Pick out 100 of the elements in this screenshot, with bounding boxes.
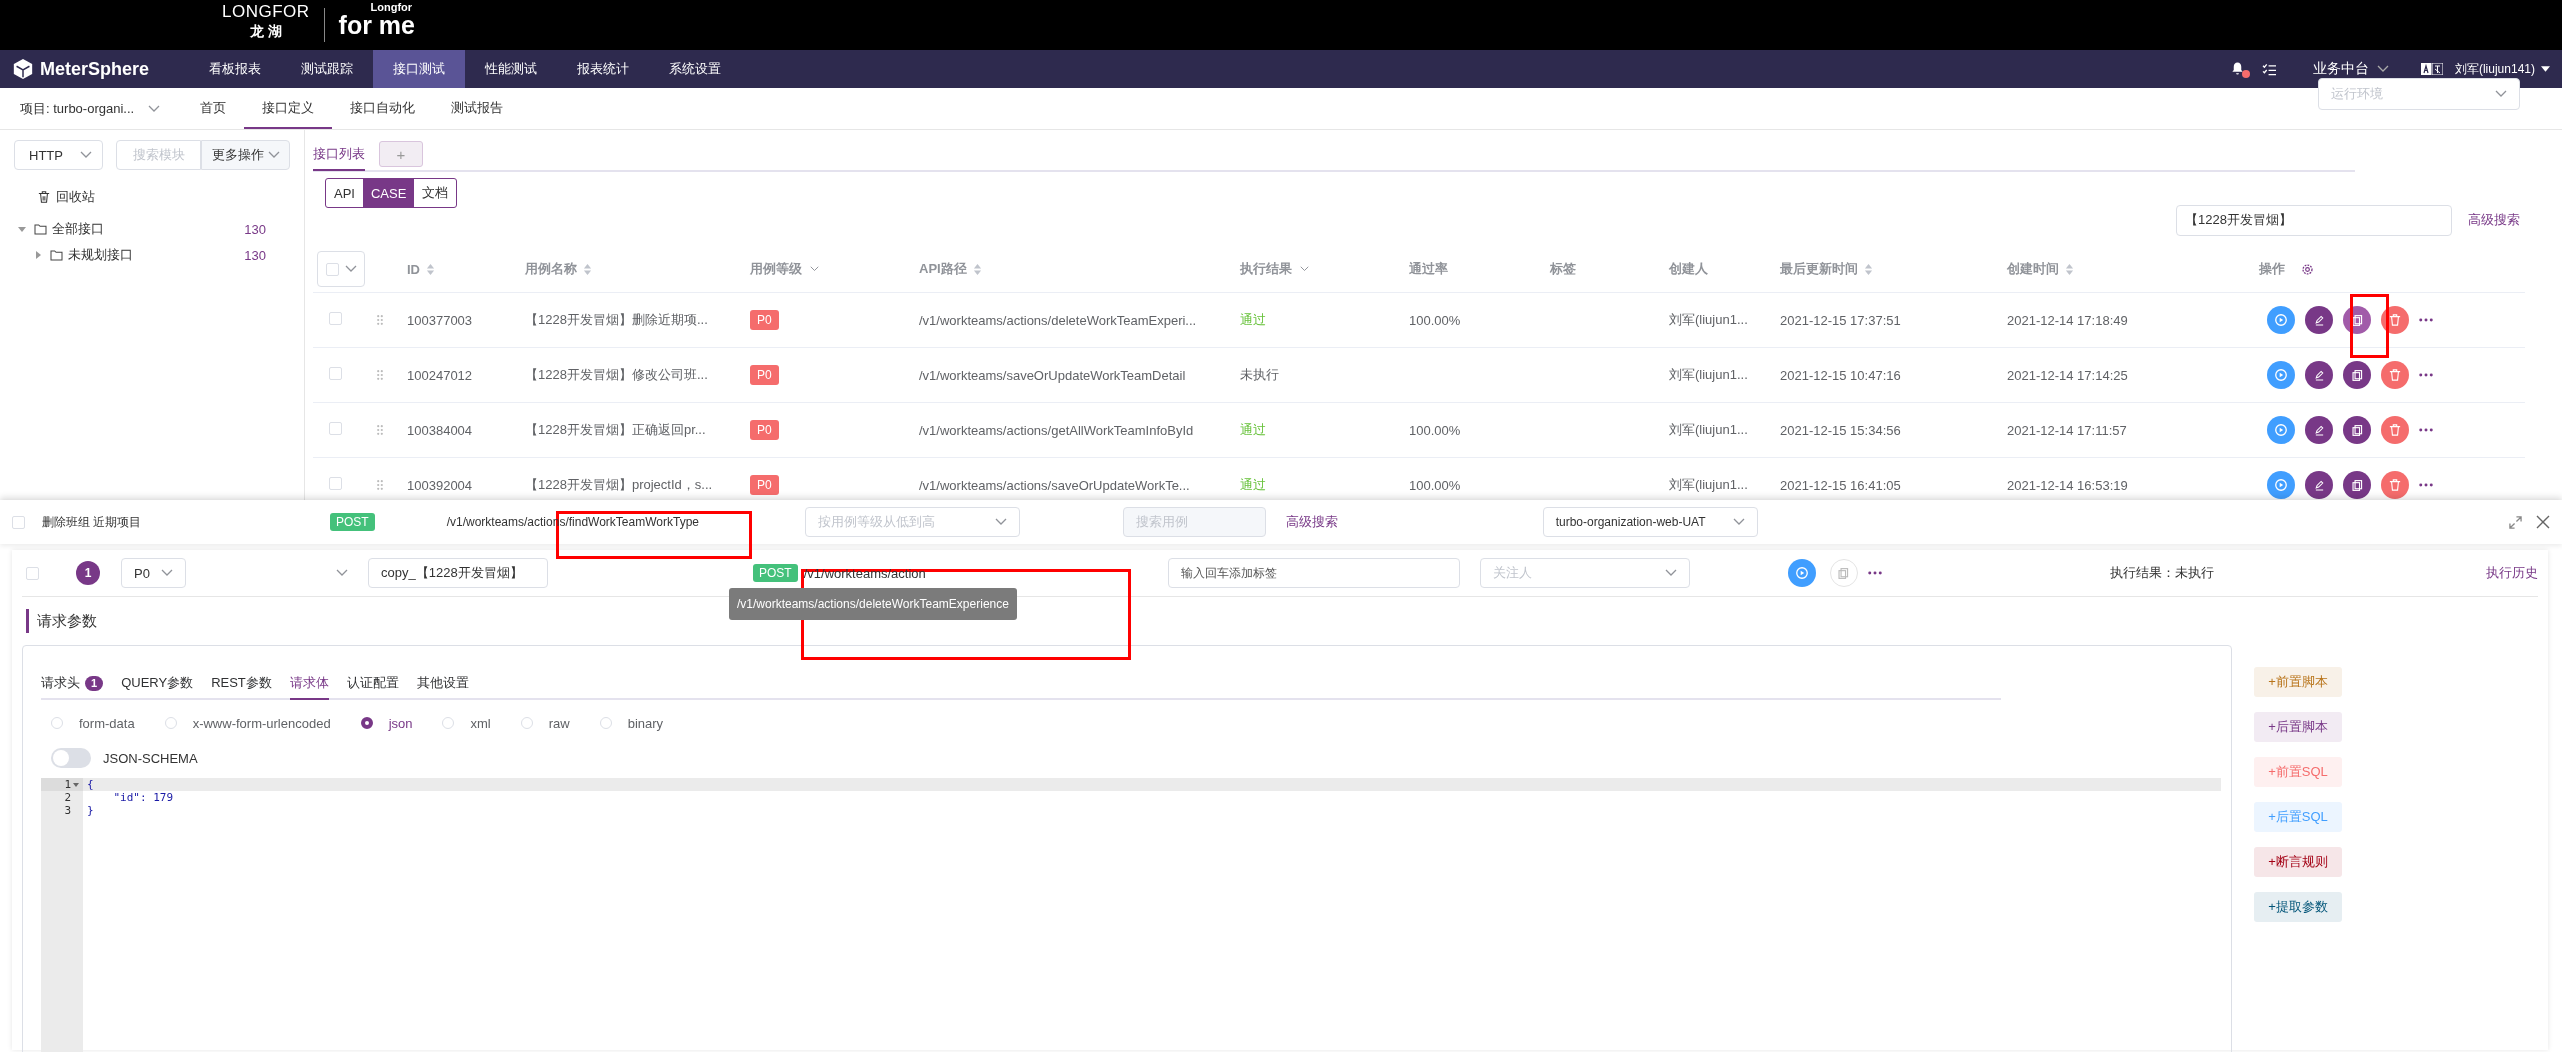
edit-button[interactable] bbox=[2305, 306, 2333, 334]
more-icon[interactable] bbox=[2419, 428, 2433, 432]
workspace-switcher[interactable]: 业务中台 bbox=[2312, 60, 2389, 78]
checkbox[interactable] bbox=[329, 312, 342, 325]
protocol-select[interactable]: HTTP bbox=[14, 140, 104, 170]
drag-handle-icon[interactable] bbox=[377, 424, 383, 435]
request-tab[interactable]: QUERY参数 bbox=[121, 668, 194, 700]
drag-handle-icon[interactable] bbox=[377, 479, 383, 490]
view-toggle[interactable]: API bbox=[326, 179, 363, 207]
checkbox[interactable] bbox=[325, 262, 339, 276]
nav-tab[interactable]: 性能测试 bbox=[465, 50, 558, 88]
add-step-button[interactable]: +断言规则 bbox=[2254, 847, 2342, 877]
view-toggle[interactable]: CASE bbox=[362, 179, 415, 207]
execution-history-link[interactable]: 执行历史 bbox=[2486, 564, 2538, 582]
chevron-icon bbox=[1300, 266, 1309, 272]
body-type-radio[interactable]: raw bbox=[520, 715, 570, 731]
code-editor[interactable]: 1 2 3 { "id": 179 } bbox=[41, 778, 2221, 1052]
drag-handle-icon[interactable] bbox=[377, 369, 383, 380]
priority-select[interactable]: P0 bbox=[121, 558, 186, 588]
delete-button[interactable] bbox=[2381, 416, 2409, 444]
view-toggle[interactable]: 文档 bbox=[414, 179, 457, 207]
copy-button[interactable] bbox=[2343, 416, 2371, 444]
edit-button[interactable] bbox=[2305, 471, 2333, 499]
settings-icon[interactable] bbox=[2301, 262, 2314, 276]
sub-nav-tab[interactable]: 测试报告 bbox=[433, 88, 522, 129]
sub-nav-tab[interactable]: 接口自动化 bbox=[332, 88, 434, 129]
drag-handle-icon[interactable] bbox=[377, 314, 383, 325]
sort-icon[interactable] bbox=[583, 262, 592, 276]
delete-button[interactable] bbox=[2381, 306, 2409, 334]
request-tab[interactable]: 请求体 bbox=[289, 668, 329, 700]
close-icon[interactable] bbox=[2536, 515, 2550, 529]
body-type-radio[interactable]: xml bbox=[442, 715, 491, 731]
body-type-radio[interactable]: x-www-form-urlencoded bbox=[164, 715, 331, 731]
item-count: 130 bbox=[244, 221, 266, 237]
tree-item[interactable]: 全部接口 bbox=[52, 220, 104, 238]
sort-icon[interactable] bbox=[1864, 262, 1873, 276]
search-field[interactable]: 【1228开发冒烟】 bbox=[2176, 204, 2452, 236]
run-button[interactable] bbox=[2267, 471, 2295, 499]
nav-tab[interactable]: 接口测试 bbox=[373, 50, 466, 88]
checkbox[interactable] bbox=[26, 566, 39, 580]
sort-icon[interactable] bbox=[2065, 262, 2074, 276]
tag-input-field[interactable]: 输入回车添加标签 bbox=[1167, 558, 1460, 588]
toggle-switch[interactable] bbox=[51, 748, 91, 768]
checkbox[interactable] bbox=[12, 515, 25, 529]
task-list-icon[interactable] bbox=[2261, 62, 2277, 76]
nav-tab[interactable]: 测试跟踪 bbox=[281, 50, 374, 88]
add-step-button[interactable]: +前置脚本 bbox=[2254, 667, 2342, 697]
more-icon[interactable] bbox=[2419, 483, 2433, 487]
case-name-field[interactable]: copy_【1228开发冒烟】 bbox=[368, 558, 548, 588]
edit-button[interactable] bbox=[2305, 361, 2333, 389]
run-button[interactable] bbox=[2267, 361, 2295, 389]
checkbox[interactable] bbox=[329, 477, 342, 490]
add-step-button[interactable]: +提取参数 bbox=[2254, 892, 2342, 922]
pencil-icon bbox=[2312, 478, 2326, 492]
nav-tab[interactable]: 报表统计 bbox=[557, 50, 650, 88]
result-text: 通过 bbox=[1240, 311, 1266, 329]
copy-button[interactable] bbox=[2343, 471, 2371, 499]
delete-button[interactable] bbox=[2381, 471, 2409, 499]
sort-icon[interactable] bbox=[972, 262, 982, 276]
run-button[interactable] bbox=[2267, 306, 2295, 334]
request-tab[interactable]: 认证配置 bbox=[346, 668, 399, 700]
copy-button[interactable] bbox=[2343, 361, 2371, 389]
advanced-search-link[interactable]: 高级搜索 bbox=[1285, 513, 1338, 531]
edit-button[interactable] bbox=[2305, 416, 2333, 444]
nav-tab[interactable]: 看板报表 bbox=[189, 50, 282, 88]
body-type-radio[interactable]: form-data bbox=[51, 715, 135, 731]
environment-select[interactable]: turbo-organization-web-UAT bbox=[1542, 507, 1758, 537]
copy-button[interactable] bbox=[2343, 306, 2371, 334]
checkbox[interactable] bbox=[329, 367, 342, 380]
more-actions-button[interactable]: 更多操作 bbox=[201, 140, 290, 170]
chevron-icon bbox=[994, 518, 1007, 526]
add-step-button[interactable]: +后置脚本 bbox=[2254, 712, 2342, 742]
more-icon[interactable] bbox=[2419, 373, 2433, 377]
caret-icon[interactable] bbox=[18, 225, 26, 233]
run-button[interactable] bbox=[2267, 416, 2295, 444]
request-tab[interactable]: 其他设置 bbox=[416, 668, 469, 700]
tree-item[interactable]: 未规划接口 bbox=[68, 246, 133, 264]
project-selector[interactable]: 项目: turbo-organi... bbox=[0, 88, 183, 129]
language-icon[interactable] bbox=[2420, 63, 2443, 75]
fold-icon[interactable] bbox=[73, 782, 79, 787]
recycle-bin-link[interactable]: 回收站 bbox=[56, 188, 95, 206]
body-type-radio[interactable]: binary bbox=[599, 715, 664, 731]
sort-icon[interactable] bbox=[426, 262, 435, 276]
more-icon[interactable] bbox=[2419, 318, 2433, 322]
expand-icon[interactable] bbox=[2509, 515, 2522, 529]
request-tab[interactable]: REST参数 bbox=[211, 668, 272, 700]
list-tab[interactable]: 接口列表 bbox=[313, 139, 365, 171]
run-button[interactable] bbox=[1787, 559, 1816, 587]
caret-icon[interactable] bbox=[34, 251, 42, 259]
toggle-label: JSON-SCHEMA bbox=[103, 750, 198, 766]
sub-nav-tab[interactable]: 接口定义 bbox=[244, 88, 333, 129]
more-icon[interactable] bbox=[1867, 571, 1882, 575]
sub-nav-tab[interactable]: 首页 bbox=[182, 88, 245, 129]
checkbox[interactable] bbox=[329, 422, 342, 435]
advanced-search-link[interactable]: 高级搜索 bbox=[2468, 211, 2520, 229]
nav-tab[interactable]: 系统设置 bbox=[649, 50, 742, 88]
request-tab[interactable]: 请求头 1 bbox=[41, 668, 104, 700]
body-type-radio[interactable]: json bbox=[360, 715, 413, 731]
user-menu[interactable]: 刘军(liujun141) bbox=[2454, 60, 2550, 78]
delete-button[interactable] bbox=[2381, 361, 2409, 389]
